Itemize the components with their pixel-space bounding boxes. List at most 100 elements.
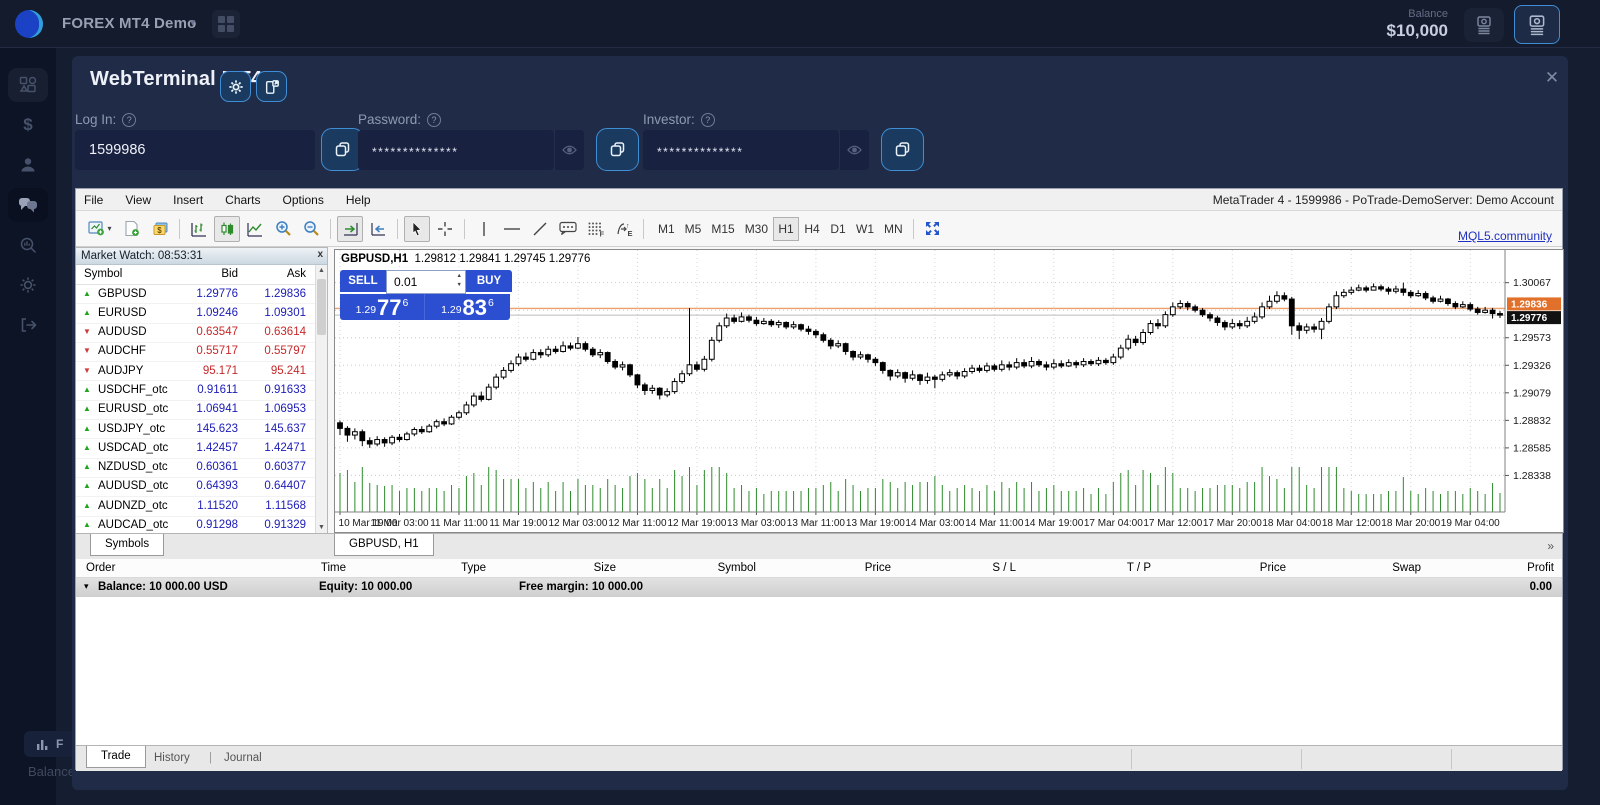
copy-password-button[interactable] bbox=[596, 128, 639, 171]
show-password-button[interactable] bbox=[554, 130, 584, 170]
quote-row-usdchf_otc[interactable]: ▲USDCHF_otc0.916110.91633 bbox=[76, 381, 316, 400]
scroll-down-icon[interactable]: ▼ bbox=[318, 524, 325, 531]
bar-chart-mode-button[interactable] bbox=[186, 216, 212, 242]
tab-history[interactable]: History bbox=[154, 752, 190, 764]
sidebar-item-logout[interactable] bbox=[8, 308, 48, 342]
orders-column-order[interactable]: Order bbox=[86, 562, 156, 574]
orders-column-tp[interactable]: T / P bbox=[1081, 562, 1151, 574]
chart-canvas[interactable]: 10 Mar 19:0011 Mar 03:0011 Mar 11:0011 M… bbox=[335, 250, 1563, 532]
buy-button[interactable]: BUY bbox=[466, 270, 512, 294]
orders-column-type[interactable]: Type bbox=[416, 562, 486, 574]
help-icon[interactable]: ? bbox=[122, 113, 136, 127]
sidebar-item-chat[interactable] bbox=[8, 188, 48, 222]
timeframe-m30[interactable]: M30 bbox=[740, 217, 773, 241]
sell-price[interactable]: 1.29776 bbox=[340, 294, 425, 320]
close-icon[interactable]: x bbox=[317, 249, 323, 260]
orders-column-profit[interactable]: Profit bbox=[1474, 562, 1554, 574]
cursor-button[interactable] bbox=[404, 216, 430, 242]
volume-input[interactable]: 0.01 ▲ ▼ bbox=[386, 270, 466, 294]
horizontal-line-button[interactable] bbox=[499, 216, 525, 242]
orders-column-price[interactable]: Price bbox=[811, 562, 891, 574]
candlestick-mode-button[interactable] bbox=[214, 216, 240, 242]
timeframe-m5[interactable]: M5 bbox=[680, 217, 707, 241]
orders-column-size[interactable]: Size bbox=[546, 562, 616, 574]
zoom-out-button[interactable] bbox=[298, 216, 324, 242]
timeframe-d1[interactable]: D1 bbox=[825, 217, 851, 241]
line-chart-mode-button[interactable] bbox=[242, 216, 268, 242]
show-investor-button[interactable] bbox=[839, 130, 869, 170]
quote-row-audusd_otc[interactable]: ▲AUDUSD_otc0.643930.64407 bbox=[76, 478, 316, 497]
quote-row-eurusd_otc[interactable]: ▲EURUSD_otc1.069411.06953 bbox=[76, 401, 316, 420]
sidebar-item-analysis[interactable] bbox=[8, 228, 48, 262]
zoom-in-button[interactable] bbox=[270, 216, 296, 242]
quote-row-usdcad_otc[interactable]: ▲USDCAD_otc1.424571.42471 bbox=[76, 439, 316, 458]
auto-scroll-button[interactable] bbox=[337, 216, 363, 242]
help-icon[interactable]: ? bbox=[701, 113, 715, 127]
orders-column-price[interactable]: Price bbox=[1211, 562, 1286, 574]
orders-column-symbol[interactable]: Symbol bbox=[676, 562, 756, 574]
scroll-up-icon[interactable]: ▲ bbox=[318, 267, 325, 274]
quote-row-audusd[interactable]: ▼AUDUSD0.635470.63614 bbox=[76, 324, 316, 343]
sidebar-item-finance[interactable]: $ bbox=[8, 108, 48, 142]
crosshair-button[interactable] bbox=[432, 216, 458, 242]
deposit-button[interactable] bbox=[1514, 5, 1560, 44]
market-watch-scrollbar[interactable]: ▲ ▼ bbox=[315, 265, 327, 533]
terminal-settings-button[interactable] bbox=[220, 71, 251, 102]
copy-investor-button[interactable] bbox=[881, 128, 924, 171]
sidebar-item-profile[interactable] bbox=[8, 148, 48, 182]
menu-insert[interactable]: Insert bbox=[173, 193, 203, 207]
password-input[interactable]: ************** bbox=[358, 130, 554, 170]
fullscreen-button[interactable] bbox=[920, 216, 946, 242]
tab-symbols[interactable]: Symbols bbox=[90, 534, 164, 556]
quote-row-eurusd[interactable]: ▲EURUSD1.092461.09301 bbox=[76, 304, 316, 323]
menu-charts[interactable]: Charts bbox=[225, 193, 260, 207]
menu-options[interactable]: Options bbox=[283, 193, 324, 207]
apps-grid-button[interactable] bbox=[212, 10, 240, 38]
new-chart-button[interactable]: ▾ bbox=[83, 216, 117, 242]
column-symbol[interactable]: Symbol bbox=[84, 268, 122, 280]
profiles-button[interactable]: $ bbox=[147, 216, 173, 242]
mobile-terminal-button[interactable] bbox=[256, 71, 287, 102]
scroll-thumb[interactable] bbox=[317, 279, 326, 335]
quote-row-audchf[interactable]: ▼AUDCHF0.557170.55797 bbox=[76, 343, 316, 362]
tab-chart-gbpusd[interactable]: GBPUSD, H1 bbox=[334, 534, 434, 556]
chevron-down-icon[interactable]: ▾ bbox=[190, 16, 196, 29]
column-bid[interactable]: Bid bbox=[221, 268, 238, 280]
sidebar-item-products[interactable] bbox=[8, 68, 48, 102]
quote-row-nzdusd_otc[interactable]: ▲NZDUSD_otc0.603610.60377 bbox=[76, 459, 316, 478]
close-icon[interactable]: ✕ bbox=[1540, 66, 1564, 90]
orders-column-swap[interactable]: Swap bbox=[1346, 562, 1421, 574]
new-template-button[interactable] bbox=[119, 216, 145, 242]
mql5-community-link[interactable]: MQL5.community bbox=[1458, 229, 1552, 243]
account-selector-label[interactable]: FOREX MT4 Demo bbox=[62, 15, 196, 32]
timeframe-mn[interactable]: MN bbox=[879, 217, 908, 241]
tab-journal[interactable]: Journal bbox=[224, 752, 262, 764]
quote-row-usdjpy_otc[interactable]: ▲USDJPY_otc145.623145.637 bbox=[76, 420, 316, 439]
menu-view[interactable]: View bbox=[125, 193, 151, 207]
account-summary-row[interactable]: ▾ Balance: 10 000.00 USD Equity: 10 000.… bbox=[76, 578, 1562, 597]
indicators-button[interactable]: ↑ E bbox=[611, 216, 637, 242]
vertical-line-button[interactable] bbox=[471, 216, 497, 242]
chart-shift-button[interactable] bbox=[365, 216, 391, 242]
menu-help[interactable]: Help bbox=[346, 193, 371, 207]
timeframe-m15[interactable]: M15 bbox=[706, 217, 739, 241]
investor-input[interactable]: ************** bbox=[643, 130, 839, 170]
tab-trade[interactable]: Trade bbox=[86, 746, 146, 768]
menu-file[interactable]: File bbox=[84, 193, 103, 207]
timeframe-h1[interactable]: H1 bbox=[773, 217, 799, 241]
timeframe-m1[interactable]: M1 bbox=[653, 217, 680, 241]
login-input[interactable]: 1599986 bbox=[75, 130, 315, 170]
buy-price[interactable]: 1.29836 bbox=[425, 294, 510, 320]
timeframe-w1[interactable]: W1 bbox=[851, 217, 879, 241]
sell-button[interactable]: SELL bbox=[340, 270, 386, 294]
sidebar-item-settings[interactable] bbox=[8, 268, 48, 302]
withdraw-button[interactable] bbox=[1464, 8, 1504, 42]
orders-column-sl[interactable]: S / L bbox=[946, 562, 1016, 574]
trendline-button[interactable] bbox=[527, 216, 553, 242]
quote-row-gbpusd[interactable]: ▲GBPUSD1.297761.29836 bbox=[76, 285, 316, 304]
help-icon[interactable]: ? bbox=[427, 113, 441, 127]
chevron-right-icon[interactable]: » bbox=[1547, 539, 1554, 553]
quote-row-audnzd_otc[interactable]: ▲AUDNZD_otc1.115201.11568 bbox=[76, 497, 316, 516]
text-label-button[interactable] bbox=[555, 216, 581, 242]
column-ask[interactable]: Ask bbox=[287, 268, 306, 280]
